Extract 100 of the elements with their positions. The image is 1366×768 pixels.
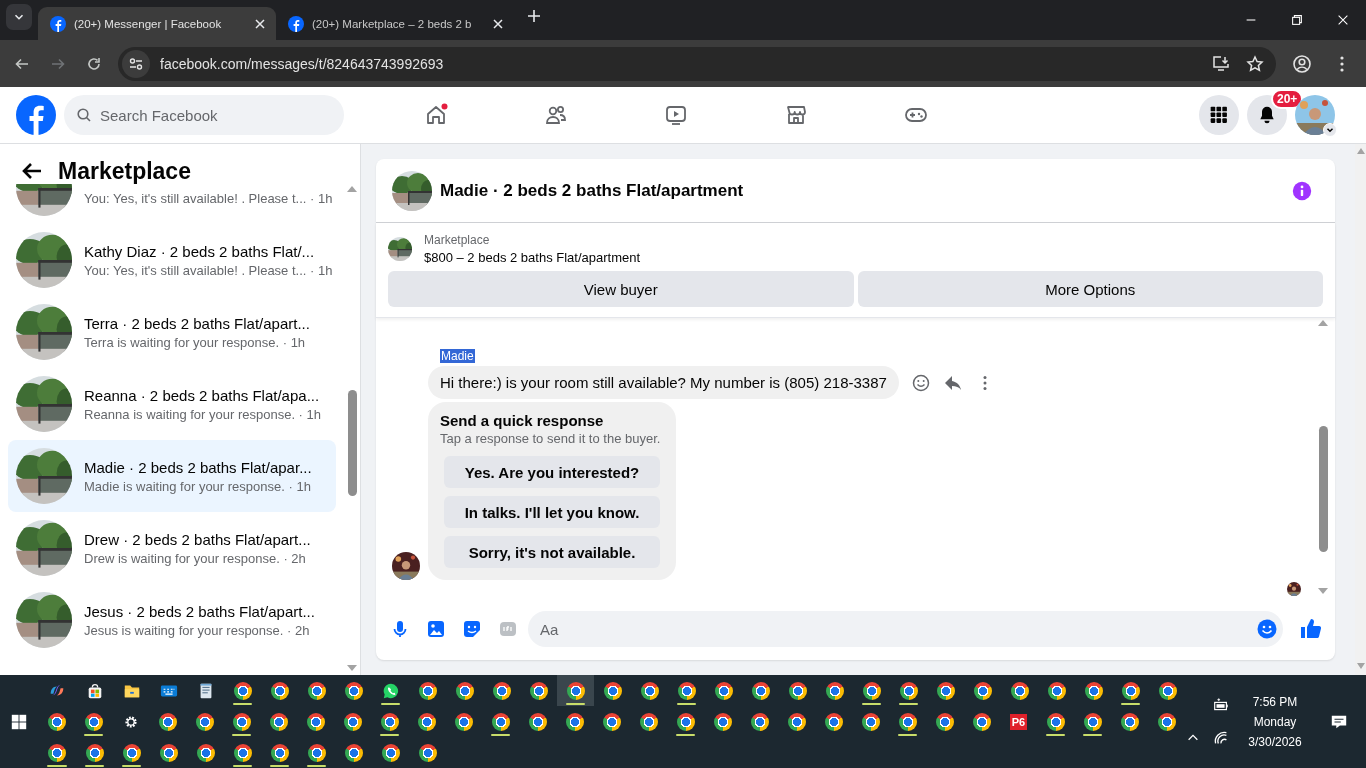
sticker-icon[interactable] (462, 619, 482, 639)
site-info-button[interactable] (122, 49, 150, 78)
chrome-icon (380, 712, 399, 731)
chrome-icon (344, 743, 363, 762)
grid-icon (1209, 105, 1229, 125)
close-icon[interactable] (1336, 13, 1350, 27)
chrome-icon (566, 681, 585, 700)
chrome-icon (195, 712, 214, 731)
chrome-icon (196, 743, 215, 762)
conversation-item[interactable]: Reanna · 2 beds 2 baths Flat/apa... Reanna is waiting for your response. · 1h (8, 368, 336, 440)
listing-source: Marketplace (424, 233, 491, 247)
chrome-icon (640, 681, 659, 700)
chrome-icon (1083, 712, 1102, 731)
chrome-icon (935, 712, 954, 731)
clock[interactable]: 7:56 PM Monday 3/30/2026 (1240, 694, 1310, 749)
chrome-icon (936, 681, 955, 700)
message-preview: Jesus is waiting for your response. · 2h (84, 622, 311, 638)
chrome-icon (122, 743, 141, 762)
quick-reply-button[interactable]: Sorry, it's not available. (444, 536, 660, 568)
chrome-icon (84, 712, 103, 731)
chrome-icon (528, 712, 547, 731)
conversation-item[interactable]: Drew · 2 beds 2 baths Flat/apart... Drew is waiting for your response. · 2h (8, 512, 336, 584)
taskbar-app[interactable]: P6 (1000, 706, 1037, 737)
chat-bubble-icon (381, 681, 400, 700)
chrome-icon (751, 681, 770, 700)
chrome-icon (492, 681, 511, 700)
chrome-icon (491, 712, 510, 731)
chrome-icon (418, 681, 437, 700)
chrome-icon (972, 712, 991, 731)
action-button[interactable]: View buyer (388, 271, 854, 307)
chrome-icon (158, 712, 177, 731)
quick-reply-button[interactable]: In talks. I'll let you know. (444, 496, 660, 528)
chrome-icon (454, 712, 473, 731)
restore-icon[interactable] (1290, 13, 1304, 27)
chrome-icon (787, 712, 806, 731)
menu-button[interactable] (1199, 95, 1239, 135)
conversation-item[interactable]: You: Yes, it's still available! . Please t... · 1h (8, 184, 336, 224)
emoji-icon[interactable] (910, 372, 931, 393)
conversation-title: Drew · 2 beds 2 baths Flat/apart... (84, 530, 311, 548)
chrome-icon (1120, 712, 1139, 731)
conversation-title: Madie · 2 beds 2 baths Flat/apar... (84, 458, 312, 476)
quick-reply-button[interactable]: Yes. Are you interested? (444, 456, 660, 488)
chrome-icon (48, 743, 66, 762)
chrome-icon (714, 681, 733, 700)
star-icon[interactable] (1246, 54, 1264, 73)
thumbs-up-icon[interactable] (1299, 617, 1323, 641)
message-preview: Reanna is waiting for your response. · 1h (84, 406, 321, 422)
chrome-icon (270, 743, 289, 762)
info-icon[interactable] (1291, 179, 1313, 202)
search-icon (76, 107, 92, 123)
plus-icon[interactable] (526, 7, 542, 24)
chrome-icon (85, 743, 104, 762)
address-bar[interactable]: facebook.com/messages/t/824643743992693 (118, 46, 1276, 81)
conversation-item[interactable]: Terra · 2 beds 2 baths Flat/apart... Terra is waiting for your response. · 1h (8, 296, 336, 368)
message-input[interactable]: Aa (528, 611, 1283, 647)
chrome-icon (418, 743, 437, 762)
quick-response-title: Send a quick response (440, 412, 605, 429)
chat-title: Madie · 2 beds 2 baths Flat/apartment (440, 180, 745, 201)
chrome-icon (343, 712, 362, 731)
notification-badge: 20+ (1271, 89, 1304, 109)
conversation-item[interactable]: Madie · 2 beds 2 baths Flat/apar... Madie is waiting for your response. · 1h (8, 440, 336, 512)
url-text: facebook.com/messages/t/824643743992693 (160, 55, 445, 72)
message-bubble: Hi there:) is your room still available? My number is (805) 218-3387 (428, 366, 899, 399)
install-app-icon[interactable] (1212, 54, 1230, 73)
tab-search-button[interactable] (6, 3, 32, 30)
facebook-logo[interactable] (16, 95, 56, 135)
tab-title: (20+) Marketplace – 2 beds 2 b (312, 17, 473, 30)
facebook-icon (288, 15, 304, 32)
chrome-icon (232, 712, 251, 731)
scrollbar[interactable] (1355, 144, 1366, 675)
chrome-icon (307, 743, 326, 762)
image-icon[interactable] (426, 619, 446, 639)
sender-name: Madie (440, 349, 475, 363)
chrome-icon (417, 712, 436, 731)
chrome-icon (1084, 681, 1103, 700)
chrome-icon (565, 712, 584, 731)
taskbar-app[interactable] (557, 675, 594, 706)
conversation-item[interactable]: Kathy Diaz · 2 beds 2 baths Flat/... You: Yes, it's still available! . Please t... · 1h (8, 224, 336, 296)
chrome-icon (788, 681, 807, 700)
action-button[interactable]: More Options (857, 271, 1323, 307)
chrome-icon (898, 712, 917, 731)
chrome-icon (1157, 712, 1176, 731)
dropdown-button[interactable] (1323, 123, 1337, 137)
profile-icon[interactable] (1292, 53, 1312, 74)
settings-sliders-icon (128, 55, 144, 72)
browser-tab[interactable]: (20+) Messenger | Facebook (38, 7, 276, 40)
conversation-item[interactable]: Jesus · 2 beds 2 baths Flat/apart... Jesus is waiting for your response. · 2h (8, 584, 336, 656)
listing-summary: $800 – 2 beds 2 baths Flat/apartment (424, 250, 641, 265)
conversation-title: Kathy Diaz · 2 beds 2 baths Flat/... (84, 242, 316, 260)
chrome-icon (1158, 681, 1177, 700)
settings-icon (122, 713, 139, 730)
chrome-icon (862, 681, 881, 700)
facebook-icon (50, 15, 66, 32)
browser-tab[interactable]: (20+) Marketplace – 2 beds 2 b (276, 7, 514, 40)
app-label: P6 (1009, 713, 1028, 730)
reload-icon[interactable] (86, 55, 102, 72)
search-field[interactable]: Search Facebook (64, 95, 344, 135)
message-preview: Terra is waiting for your response. · 1h (84, 334, 307, 350)
emoji-icon[interactable] (1257, 619, 1277, 639)
chrome-icon (270, 681, 289, 700)
